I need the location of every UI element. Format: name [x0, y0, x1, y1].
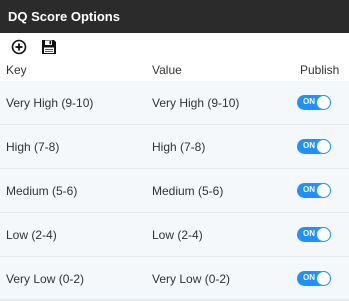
floppy-disk-icon	[42, 39, 56, 54]
toggle-knob	[316, 139, 331, 154]
toggle-label: ON	[303, 97, 315, 106]
key-cell: Very High (9-10)	[6, 96, 94, 110]
toggle-label: ON	[303, 229, 315, 238]
value-cell: Low (2-4)	[152, 228, 203, 242]
value-cell: Very High (9-10)	[152, 96, 240, 110]
publish-toggle[interactable]: ON	[297, 227, 331, 242]
save-button[interactable]	[40, 38, 58, 56]
table-row[interactable]: Low (2-4) Low (2-4) ON	[0, 213, 349, 257]
toggle-label: ON	[303, 185, 315, 194]
publish-toggle[interactable]: ON	[297, 183, 331, 198]
toolbar	[0, 33, 349, 60]
key-cell: Medium (5-6)	[6, 184, 78, 198]
plus-circle-icon	[11, 39, 27, 54]
table-row[interactable]: High (7-8) High (7-8) ON	[0, 125, 349, 169]
publish-toggle[interactable]: ON	[297, 95, 331, 110]
table-body: Very High (9-10) Very High (9-10) ON Hig…	[0, 81, 349, 301]
key-cell: High (7-8)	[6, 140, 60, 154]
toggle-knob	[316, 271, 331, 286]
column-header-publish[interactable]: Publish	[300, 63, 339, 77]
value-cell: Very Low (0-2)	[152, 272, 231, 286]
column-header-value[interactable]: Value	[152, 63, 182, 77]
panel-title: DQ Score Options	[0, 0, 349, 33]
table-row[interactable]: Very Low (0-2) Very Low (0-2) ON	[0, 257, 349, 301]
table-row[interactable]: Medium (5-6) Medium (5-6) ON	[0, 169, 349, 213]
toggle-knob	[316, 227, 331, 242]
toggle-label: ON	[303, 141, 315, 150]
value-cell: High (7-8)	[152, 140, 206, 154]
column-header-key[interactable]: Key	[6, 63, 27, 77]
add-button[interactable]	[10, 38, 28, 56]
toggle-knob	[316, 183, 331, 198]
toggle-label: ON	[303, 273, 315, 282]
toggle-knob	[316, 95, 331, 110]
key-cell: Low (2-4)	[6, 228, 57, 242]
key-cell: Very Low (0-2)	[6, 272, 85, 286]
table-header: Key Value Publish	[0, 60, 349, 81]
publish-toggle[interactable]: ON	[297, 271, 331, 286]
publish-toggle[interactable]: ON	[297, 139, 331, 154]
table-row[interactable]: Very High (9-10) Very High (9-10) ON	[0, 81, 349, 125]
value-cell: Medium (5-6)	[152, 184, 224, 198]
